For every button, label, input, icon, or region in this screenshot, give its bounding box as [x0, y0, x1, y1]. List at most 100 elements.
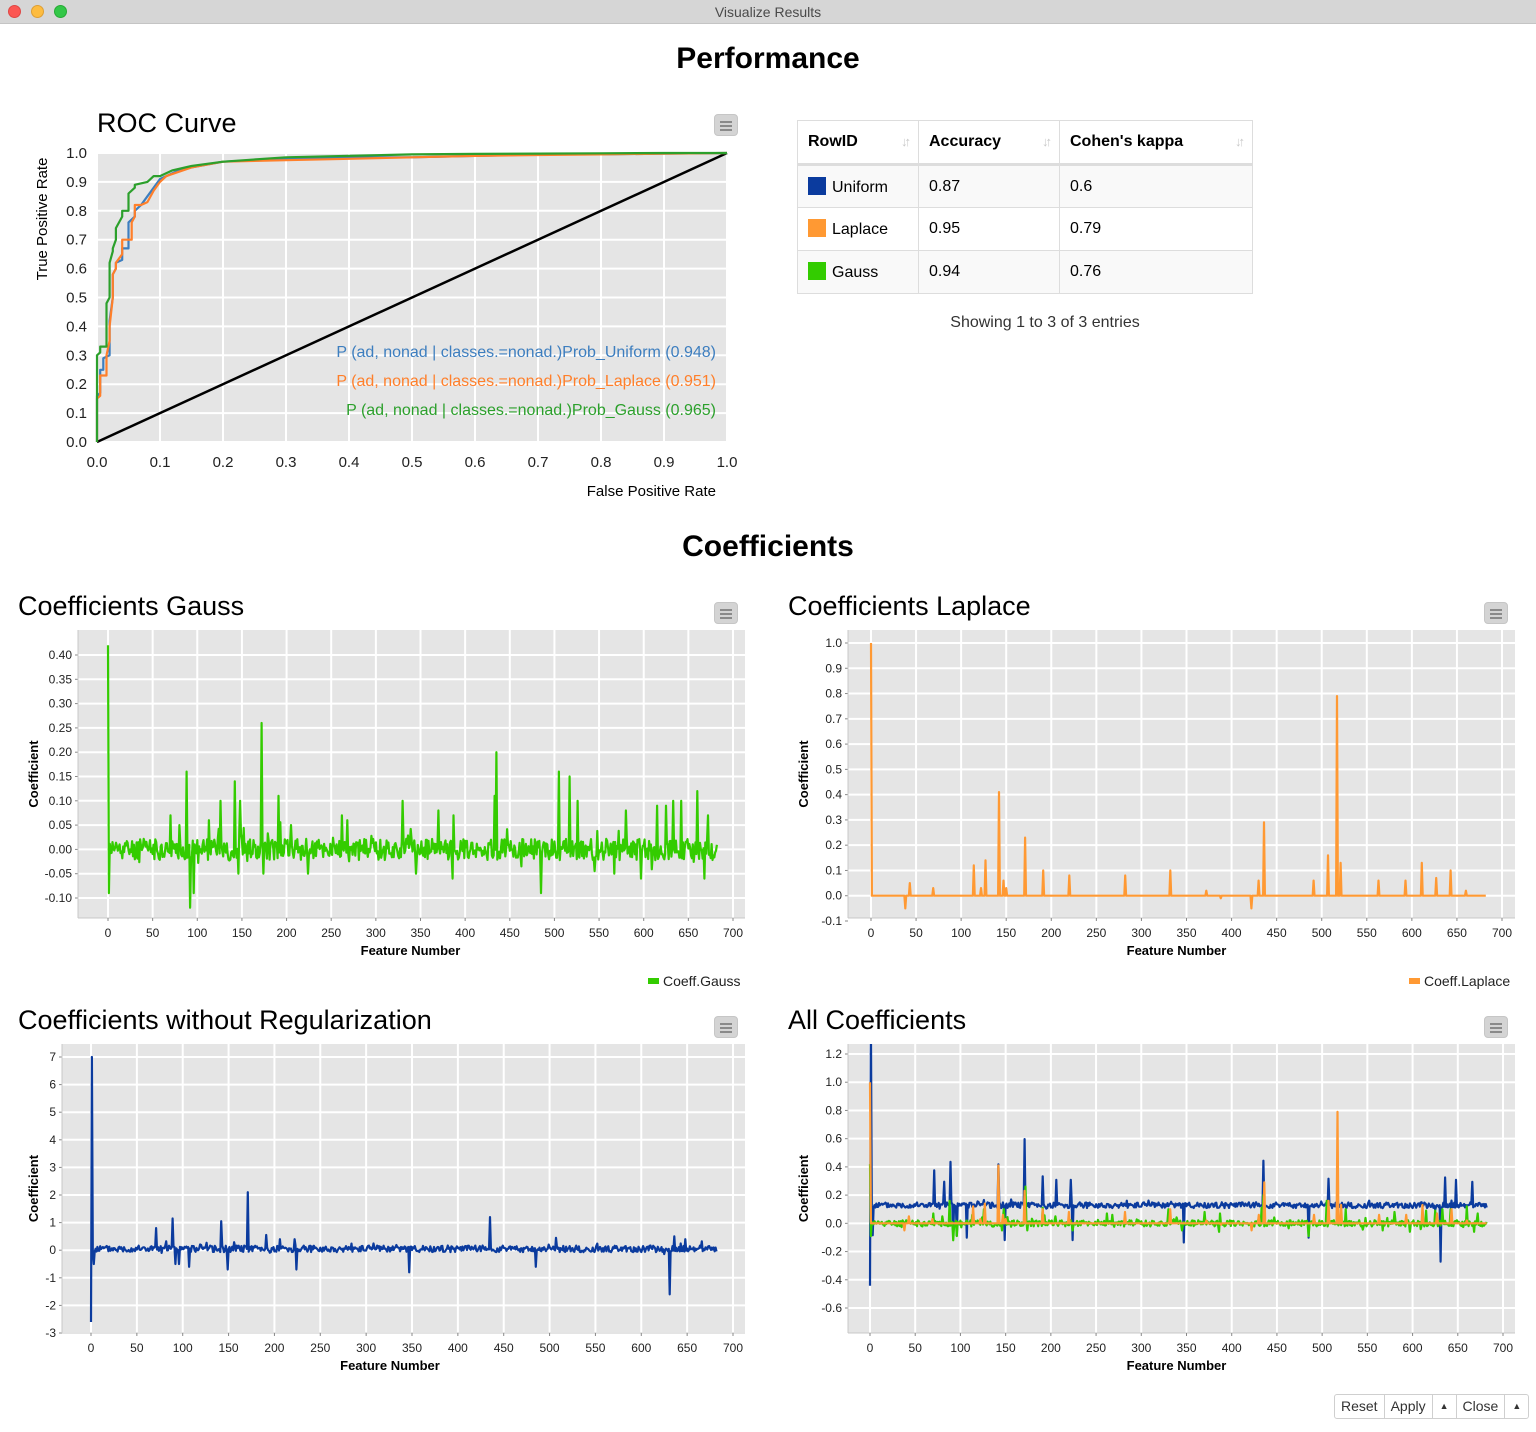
apply-button[interactable]: Apply [1385, 1395, 1433, 1418]
x-tick-label: 1.0 [717, 454, 738, 471]
x-tick-label: 0 [88, 1341, 95, 1355]
close-button[interactable]: Close [1457, 1395, 1506, 1418]
x-tick-label: 0.9 [654, 454, 675, 471]
roc-legend-entry: P (ad, nonad | classes.=nonad.)Prob_Unif… [336, 344, 716, 361]
y-tick-label: 5 [49, 1105, 56, 1119]
y-tick-label: -0.6 [821, 1301, 842, 1315]
x-tick-label: 50 [909, 926, 923, 940]
x-tick-label: 650 [678, 926, 698, 940]
y-tick-label: 0.10 [49, 794, 73, 808]
y-tick-label: 0.0 [825, 889, 842, 903]
x-tick-label: 0 [105, 926, 112, 940]
x-tick-label: 700 [723, 1341, 743, 1355]
x-tick-label: 200 [264, 1341, 284, 1355]
accuracy-cell: 0.94 [918, 250, 1060, 294]
y-tick-label: 7 [49, 1050, 56, 1064]
x-tick-label: 200 [277, 926, 297, 940]
x-tick-label: 200 [1041, 1341, 1061, 1355]
table-entries-info: Showing 1 to 3 of 3 entries [950, 314, 1140, 331]
y-tick-label: 0.7 [825, 712, 842, 726]
x-tick-label: 0.5 [402, 454, 423, 471]
accuracy-cell: 0.95 [918, 207, 1060, 251]
y-tick-label: 0.1 [825, 863, 842, 877]
noreg-y-axis-title: Coefficient [26, 1154, 41, 1222]
column-header-rowid[interactable]: RowID ↓↑ [797, 120, 919, 166]
roc-chart: 0.0 0.1 0.2 0.3 0.4 0.5 0.6 0.7 0.8 0.9 1.0 0.0 0.1 0… [34, 145, 737, 500]
x-tick-label: 600 [1403, 1341, 1423, 1355]
table-row: Gauss 0.94 0.76 [797, 250, 1253, 294]
x-tick-label: 550 [585, 1341, 605, 1355]
laplace-legend-item[interactable]: Coeff.Laplace [1409, 973, 1510, 989]
x-tick-label: 250 [1086, 926, 1106, 940]
column-header-kappa[interactable]: Cohen's kappa ↓↑ [1059, 120, 1253, 166]
y-tick-label: -0.2 [821, 1245, 842, 1259]
y-tick-label: 1 [49, 1216, 56, 1230]
x-tick-label: 550 [589, 926, 609, 940]
y-tick-label: 0.30 [49, 697, 73, 711]
y-tick-label: 0.40 [49, 648, 73, 662]
gauss-legend-item[interactable]: Coeff.Gauss [648, 973, 741, 989]
kappa-cell: 0.79 [1059, 207, 1253, 251]
table-header-row: RowID ↓↑ Accuracy ↓↑ Cohen's kappa ↓↑ [797, 120, 1253, 166]
x-tick-label: 650 [1447, 926, 1467, 940]
y-tick-label: 0.0 [825, 1216, 842, 1230]
noreg-plot-area [62, 1044, 745, 1333]
color-swatch [808, 262, 826, 280]
x-tick-label: 300 [366, 926, 386, 940]
gauss-x-axis-title: Feature Number [361, 943, 461, 958]
rowid-cell: Laplace [797, 207, 919, 251]
sort-arrows-icon[interactable]: ↓↑ [1235, 134, 1245, 149]
y-tick-label: 0.35 [49, 672, 73, 686]
y-tick-label: 0.2 [66, 376, 87, 393]
sort-arrows-icon[interactable]: ↓↑ [1042, 134, 1052, 149]
y-tick-label: -2 [45, 1298, 56, 1312]
all-y-axis-title: Coefficient [796, 1154, 811, 1222]
x-tick-label: 600 [1402, 926, 1422, 940]
x-tick-label: 500 [544, 926, 564, 940]
x-tick-label: 400 [455, 926, 475, 940]
y-tick-label: 0.0 [66, 434, 87, 451]
y-tick-label: 0.1 [66, 405, 87, 422]
x-tick-label: 350 [402, 1341, 422, 1355]
y-tick-label: 0.8 [66, 203, 87, 220]
x-tick-label: 450 [1267, 926, 1287, 940]
x-tick-label: 700 [1493, 1341, 1513, 1355]
x-tick-label: 400 [1222, 1341, 1242, 1355]
x-tick-label: 500 [540, 1341, 560, 1355]
x-tick-label: 600 [634, 926, 654, 940]
x-tick-label: 300 [356, 1341, 376, 1355]
column-header-accuracy[interactable]: Accuracy ↓↑ [918, 120, 1060, 166]
gauss-y-axis-title: Coefficient [26, 740, 41, 808]
close-menu-caret-icon[interactable]: ▲ [1505, 1395, 1528, 1418]
x-tick-label: 100 [950, 1341, 970, 1355]
apply-menu-caret-icon[interactable]: ▲ [1433, 1395, 1457, 1418]
y-tick-label: -0.4 [821, 1273, 842, 1287]
x-tick-label: 0 [867, 1341, 874, 1355]
reset-button[interactable]: Reset [1335, 1395, 1385, 1418]
x-tick-label: 650 [1448, 1341, 1468, 1355]
x-tick-label: 100 [173, 1341, 193, 1355]
roc-y-axis-title: True Positive Rate [34, 158, 51, 281]
x-tick-label: 450 [1267, 1341, 1287, 1355]
roc-x-axis-title: False Positive Rate [587, 483, 716, 500]
table-row: Uniform 0.87 0.6 [797, 164, 1253, 208]
color-swatch [808, 176, 826, 195]
legend-swatch [1409, 978, 1420, 984]
y-tick-label: 4 [49, 1133, 56, 1147]
x-tick-label: 350 [1176, 1341, 1196, 1355]
x-tick-label: 0.0 [87, 454, 108, 471]
x-tick-label: 0.1 [150, 454, 171, 471]
laplace-x-axis-title: Feature Number [1127, 943, 1227, 958]
x-tick-label: 0.4 [339, 454, 360, 471]
y-tick-label: 0.4 [825, 788, 842, 802]
x-tick-label: 150 [996, 926, 1016, 940]
y-tick-label: -0.10 [45, 891, 73, 905]
x-tick-label: 350 [410, 926, 430, 940]
y-tick-label: 0.3 [66, 347, 87, 364]
sort-arrows-icon[interactable]: ↓↑ [901, 134, 911, 149]
roc-legend-entry: P (ad, nonad | classes.=nonad.)Prob_Gaus… [346, 402, 716, 419]
x-tick-label: 0 [868, 926, 875, 940]
x-tick-label: 450 [500, 926, 520, 940]
x-tick-label: 700 [1492, 926, 1512, 940]
y-tick-label: 0.6 [825, 737, 842, 751]
